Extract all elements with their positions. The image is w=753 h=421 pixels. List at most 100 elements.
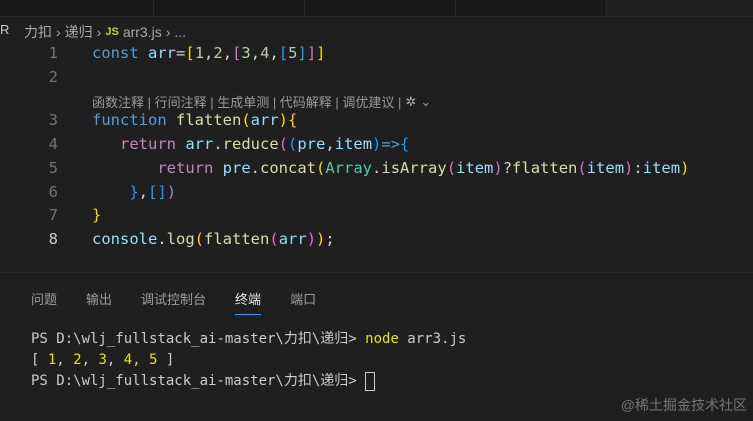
terminal[interactable]: PS D:\wlj_fullstack_ai-master\力扣\递归> nod… — [31, 329, 466, 392]
code-line[interactable]: console.log(flatten(arr)); — [92, 230, 335, 248]
code-token: flatten — [176, 111, 242, 129]
line-number: 1 — [48, 44, 58, 62]
breadcrumb-item[interactable]: 力扣 — [24, 22, 52, 42]
code-token: console — [92, 230, 158, 248]
code-token: . — [213, 135, 223, 153]
code-token: reduce — [222, 135, 279, 153]
output-separator: , — [81, 352, 99, 368]
code-token: flatten — [204, 230, 270, 248]
code-token: : — [633, 159, 643, 177]
code-token: ( — [577, 159, 587, 177]
chevron-right-icon: › — [165, 24, 171, 40]
code-token: ) — [306, 230, 317, 248]
chevron-down-icon[interactable]: ⌄ — [420, 94, 431, 110]
editor-tab[interactable] — [154, 0, 305, 16]
tab-problems[interactable]: 问题 — [31, 289, 57, 315]
code-token: item — [642, 159, 681, 177]
js-file-icon: JS — [105, 26, 119, 38]
chevron-right-icon: › — [56, 24, 61, 40]
code-token: [ — [148, 183, 158, 201]
code-token: arr — [278, 230, 307, 248]
tab-output[interactable]: 输出 — [86, 289, 112, 315]
code-token: . — [157, 230, 167, 248]
code-token: const — [92, 44, 148, 62]
tab-terminal[interactable]: 终端 — [235, 289, 262, 315]
terminal-line: PS D:\wlj_fullstack_ai-master\力扣\递归> nod… — [31, 329, 466, 350]
command-name: node — [365, 331, 399, 347]
code-line[interactable]: function flatten(arr){ — [92, 111, 297, 129]
code-token: ; — [325, 230, 335, 248]
code-line[interactable]: const arr=[1,2,[3,4,[5]]] — [92, 44, 326, 62]
line-number: 8 — [48, 230, 58, 248]
code-token: , — [325, 135, 335, 153]
breadcrumb-item[interactable]: 递归 — [65, 22, 93, 42]
breadcrumb-more[interactable]: ... — [174, 24, 186, 40]
output-bracket: ] — [157, 352, 175, 368]
code-token: flatten — [512, 159, 578, 177]
code-token: ( — [316, 159, 326, 177]
breadcrumb-file[interactable]: arr3.js — [123, 24, 162, 40]
output-separator: , — [132, 352, 150, 368]
codelens-bar: 函数注释 | 行间注释 | 生成单测 | 代码解释 | 调优建议 | ✲ ⌄ — [92, 92, 431, 111]
code-token: ( — [288, 135, 298, 153]
code-token: item — [586, 159, 625, 177]
code-token: [ — [185, 44, 195, 62]
code-token: item — [456, 159, 494, 177]
code-line[interactable]: },[]) — [92, 183, 176, 201]
code-token: { — [400, 135, 410, 153]
panel-tabs: 问题 输出 调试控制台 终端 端口 — [31, 289, 316, 315]
code-token: ? — [502, 159, 513, 177]
command-args: arr3.js — [398, 331, 467, 347]
code-token: ( — [241, 111, 251, 129]
editor-tab[interactable] — [305, 0, 456, 16]
code-token: ) — [278, 111, 289, 129]
editor-tab[interactable] — [0, 0, 154, 16]
code-token: ( — [269, 230, 279, 248]
ai-assistant-icon[interactable]: ✲ — [405, 94, 416, 110]
line-number: 3 — [48, 111, 58, 129]
code-token: } — [129, 183, 139, 201]
code-token: , — [138, 183, 149, 201]
code-token: , — [204, 44, 214, 62]
code-line[interactable]: return pre.concat(Array.isArray(item)?fl… — [92, 159, 689, 177]
code-token: 2 — [213, 44, 223, 62]
code-token: [ — [232, 44, 242, 62]
watermark: @稀土掘金技术社区 — [620, 397, 747, 413]
code-token: 3 — [241, 44, 251, 62]
editor-tab-active[interactable] — [607, 0, 753, 16]
code-token: = — [176, 44, 186, 62]
line-number: 7 — [48, 206, 58, 224]
code-token: return — [157, 159, 223, 177]
terminal-line: PS D:\wlj_fullstack_ai-master\力扣\递归> — [31, 371, 466, 392]
code-token: ] — [306, 44, 317, 62]
code-token: ) — [680, 159, 690, 177]
tab-ports[interactable]: 端口 — [290, 289, 316, 315]
code-token: ) — [166, 183, 177, 201]
code-token: . — [372, 159, 382, 177]
code-token: ( — [446, 159, 457, 177]
line-number: 4 — [48, 135, 58, 153]
tab-debug-console[interactable]: 调试控制台 — [141, 289, 206, 315]
editor-tab-bar — [0, 0, 753, 17]
codelens-actions[interactable]: 函数注释 | 行间注释 | 生成单测 | 代码解释 | 调优建议 | — [92, 92, 401, 111]
code-token: ( — [278, 135, 289, 153]
breadcrumb: 力扣 › 递归 › JS arr3.js › ... — [24, 22, 186, 42]
code-token: arr — [148, 44, 176, 62]
code-token: . — [250, 159, 260, 177]
output-separator: , — [56, 352, 74, 368]
code-token: concat — [260, 159, 316, 177]
code-line[interactable]: return arr.reduce((pre,item)=>{ — [92, 135, 409, 153]
code-token: isArray — [381, 159, 447, 177]
code-token: => — [381, 135, 401, 153]
code-token: { — [288, 111, 298, 129]
editor-tab[interactable] — [456, 0, 607, 16]
line-number: 5 — [48, 159, 58, 177]
prompt: PS D:\wlj_fullstack_ai-master\力扣\递归> — [31, 373, 366, 389]
code-token: pre — [222, 159, 251, 177]
code-line[interactable]: } — [92, 206, 101, 224]
code-token: pre — [297, 135, 326, 153]
output-bracket: [ — [31, 352, 48, 368]
